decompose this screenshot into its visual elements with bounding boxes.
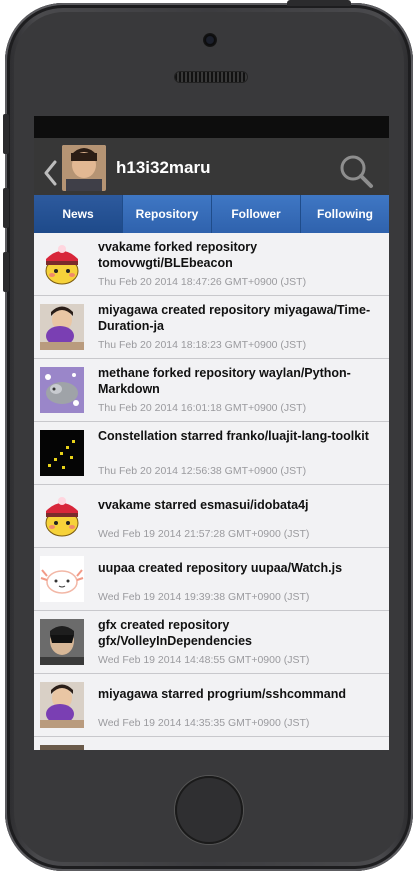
search-icon[interactable]	[337, 152, 375, 190]
list-item[interactable]: vvakame starred esmasui/idobata4j Wed Fe…	[34, 485, 389, 548]
item-title: vvakame starred esmasui/idobata4j	[98, 498, 309, 512]
item-title: methane forked repository waylan/Python-…	[98, 366, 351, 396]
person-purple-avatar	[40, 304, 84, 350]
mute-switch	[3, 114, 9, 154]
person-purple-avatar	[40, 682, 84, 728]
item-title: vvakame forked repository tomovwgti/BLEb…	[98, 240, 258, 270]
item-date: Wed Feb 19 2014 21:57:28 GMT+0900 (JST)	[98, 528, 310, 540]
item-title: miyagawa created repository miyagawa/Tim…	[98, 303, 371, 333]
item-date: Wed Feb 19 2014 14:48:55 GMT+0900 (JST)	[98, 654, 310, 666]
item-title: Constellation starred franko/luajit-lang…	[98, 429, 369, 443]
list-item-partial[interactable]	[34, 737, 389, 750]
item-title: gfx created repository gfx/VolleyInDepen…	[98, 618, 252, 648]
status-bar	[34, 116, 389, 138]
list-item[interactable]: methane forked repository waylan/Python-…	[34, 359, 389, 422]
list-item[interactable]: gfx created repository gfx/VolleyInDepen…	[34, 611, 389, 674]
tab-following[interactable]: Following	[301, 195, 389, 233]
list-item[interactable]: uupaa created repository uupaa/Watch.js …	[34, 548, 389, 611]
home-button[interactable]	[175, 776, 243, 844]
item-date: Thu Feb 20 2014 18:18:23 GMT+0900 (JST)	[98, 339, 307, 351]
item-title: miyagawa starred progrium/sshcommand	[98, 687, 346, 701]
item-date: Thu Feb 20 2014 16:01:18 GMT+0900 (JST)	[98, 402, 307, 414]
tab-bar: News Repository Follower Following	[34, 195, 389, 233]
avatar[interactable]	[62, 145, 106, 191]
item-date: Wed Feb 19 2014 14:35:35 GMT+0900 (JST)	[98, 717, 310, 729]
item-title: uupaa created repository uupaa/Watch.js	[98, 561, 343, 575]
constellation-avatar	[40, 430, 84, 476]
front-camera	[203, 33, 217, 47]
back-chevron-icon[interactable]	[43, 160, 59, 186]
avatar	[40, 745, 84, 750]
item-date: Thu Feb 20 2014 12:56:38 GMT+0900 (JST)	[98, 465, 307, 477]
tab-news[interactable]: News	[34, 195, 123, 233]
news-feed-list: vvakame forked repository tomovwgti/BLEb…	[34, 233, 389, 750]
list-item[interactable]: miyagawa starred progrium/sshcommand Wed…	[34, 674, 389, 737]
list-item[interactable]: vvakame forked repository tomovwgti/BLEb…	[34, 233, 389, 296]
item-date: Wed Feb 19 2014 19:39:38 GMT+0900 (JST)	[98, 591, 310, 603]
volume-down-button	[3, 252, 9, 292]
volume-up-button	[3, 188, 9, 228]
person-mask-avatar	[40, 619, 84, 665]
app-screen: h13i32maru News Repository Follower Foll…	[34, 116, 389, 750]
list-item[interactable]: miyagawa created repository miyagawa/Tim…	[34, 296, 389, 359]
cat-plush-avatar	[40, 367, 84, 413]
page-title: h13i32maru	[116, 158, 211, 177]
power-button	[287, 0, 351, 6]
yellow-mascot-avatar	[40, 241, 84, 287]
yellow-mascot-avatar	[40, 493, 84, 539]
list-item[interactable]: Constellation starred franko/luajit-lang…	[34, 422, 389, 485]
earpiece-speaker	[175, 72, 247, 82]
item-date: Thu Feb 20 2014 18:47:26 GMT+0900 (JST)	[98, 276, 307, 288]
tab-repository[interactable]: Repository	[123, 195, 212, 233]
tab-follower[interactable]: Follower	[212, 195, 301, 233]
axolotl-avatar	[40, 556, 84, 602]
